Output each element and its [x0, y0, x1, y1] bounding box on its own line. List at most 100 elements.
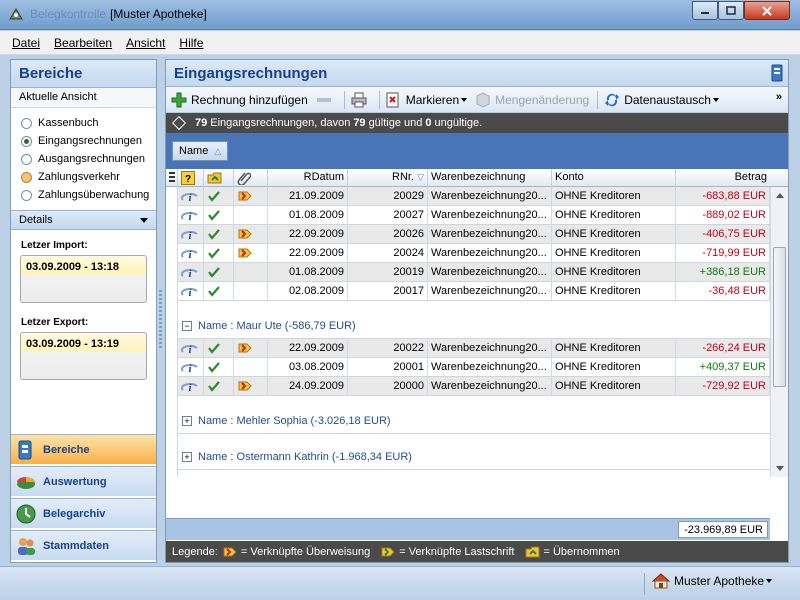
info-text: ungültige.	[434, 117, 483, 129]
remove-button[interactable]	[316, 92, 336, 108]
minimize-button[interactable]	[692, 1, 718, 20]
group-chip-name[interactable]: Name △	[172, 141, 229, 161]
menu-bearbeiten[interactable]: Bearbeiten	[54, 36, 112, 50]
link-cell	[234, 187, 268, 206]
last-export-box: 03.09.2009 - 13:19	[20, 332, 147, 380]
sync-icon	[605, 93, 620, 106]
view-zahlungsueberwachung[interactable]: Zahlungsüberwachung	[11, 186, 156, 204]
legend-bar: Legende: = Verknüpfte Überweisung = Verk…	[166, 541, 788, 562]
chevron-down-icon	[766, 579, 773, 583]
linked-transfer-icon	[238, 248, 252, 258]
info-icon	[171, 115, 187, 131]
link-column-header[interactable]	[234, 169, 268, 187]
nav-auswertung[interactable]: Auswertung	[11, 466, 156, 496]
info-i-icon: i	[180, 344, 198, 356]
column-rnr[interactable]: RNr. ▽	[348, 169, 428, 187]
splitter-grip[interactable]	[159, 290, 162, 350]
taken-column-header[interactable]	[204, 169, 234, 187]
chevron-down-icon	[461, 97, 468, 102]
panel-icon[interactable]	[770, 64, 784, 82]
checkmark-icon	[208, 343, 220, 354]
mark-label: Markieren	[405, 92, 460, 107]
question-icon: ?	[181, 171, 195, 185]
view-kassenbuch[interactable]: Kassenbuch	[11, 114, 156, 132]
status-separator	[644, 573, 645, 595]
table-row[interactable]: i 03.08.2009 20001 Warenbezeichnung20... OHN…	[178, 358, 770, 377]
menu-datei[interactable]: Datei	[12, 36, 40, 50]
table-row[interactable]: i 01.08.2009 20027 Warenbezeichnung20... OHN…	[178, 206, 770, 225]
quantity-icon	[476, 91, 490, 108]
table-row[interactable]: i 22.09.2009 20024 Warenbezeichnung20... OHN…	[178, 244, 770, 263]
toolbar-separator	[378, 90, 380, 109]
menu-hilfe[interactable]: Hilfe	[179, 36, 203, 50]
cell-ware: Warenbezeichnung20...	[428, 282, 552, 301]
toolbar-overflow-button[interactable]: »	[776, 91, 782, 103]
status-column-header[interactable]: ?	[178, 169, 204, 187]
table-row[interactable]: i 22.09.2009 20022 Warenbezeichnung20... OHN…	[178, 339, 770, 358]
company-dropdown[interactable]: Muster Apotheke	[652, 573, 773, 589]
table-row[interactable]: i 24.09.2009 20000 Warenbezeichnung20... OHN…	[178, 377, 770, 396]
vertical-scrollbar[interactable]	[770, 187, 788, 477]
view-label: Zahlungsverkehr	[38, 171, 120, 183]
linked-transfer-icon	[238, 343, 252, 353]
nav-belegarchiv[interactable]: Belegarchiv	[11, 498, 156, 528]
group-by-panel: Name △	[166, 133, 788, 169]
collapse-icon[interactable]: −	[182, 321, 192, 331]
scroll-down-icon[interactable]	[776, 466, 784, 471]
menu-ansicht[interactable]: Ansicht	[126, 36, 165, 50]
company-label: Muster Apotheke	[674, 574, 765, 588]
view-zahlungsverkehr[interactable]: Zahlungsverkehr	[11, 168, 156, 186]
table-row[interactable]: i 22.09.2009 20026 Warenbezeichnung20... OHN…	[178, 225, 770, 244]
expand-icon[interactable]: +	[182, 452, 192, 462]
mark-dropdown[interactable]: Markieren	[386, 92, 468, 108]
last-export-label: Letzer Export:	[21, 317, 89, 328]
cell-konto: OHNE Kreditoren	[552, 377, 676, 396]
cell-betrag: -406,75 EUR	[676, 225, 770, 244]
legend-taken-label: = Übernommen	[543, 545, 620, 558]
data-exchange-dropdown[interactable]: Datenaustausch	[604, 92, 719, 108]
group-row[interactable]: +Name : Sanger Ralf (274,41 EUR)	[178, 470, 770, 477]
cell-nr: 20000	[348, 377, 428, 396]
link-cell	[234, 225, 268, 244]
current-view-label: Aktuelle Ansicht	[11, 88, 156, 108]
scroll-thumb[interactable]	[773, 247, 786, 387]
table-row[interactable]: i 01.08.2009 20019 Warenbezeichnung20... OHN…	[178, 263, 770, 282]
view-ausgangsrechnungen[interactable]: Ausgangsrechnungen	[11, 150, 156, 168]
close-button[interactable]	[744, 1, 790, 20]
quantity-change-button[interactable]: Mengenänderung	[475, 91, 589, 108]
print-button[interactable]	[351, 92, 371, 108]
nav-stammdaten[interactable]: Stammdaten	[11, 530, 156, 560]
group-row[interactable]: + Name : Mehler Sophia (-3.026,18 EUR)	[178, 398, 770, 434]
column-konto[interactable]: Konto	[552, 169, 676, 187]
scroll-up-icon[interactable]	[776, 193, 784, 198]
expand-icon[interactable]: +	[182, 416, 192, 426]
details-header[interactable]: Details	[11, 210, 156, 230]
title-bar: Belegkontrolle [Muster Apotheke]	[0, 0, 800, 30]
table-row[interactable]: i 21.09.2009 20029 Warenbezeichnung20... OHN…	[178, 187, 770, 206]
add-invoice-button[interactable]: Rechnung hinzufügen	[171, 92, 308, 108]
info-i-icon: i	[180, 382, 198, 394]
view-eingangsrechnungen[interactable]: Eingangsrechnungen	[11, 132, 156, 150]
column-warenbezeichnung[interactable]: Warenbezeichnung	[428, 169, 552, 187]
group-row[interactable]: − Name : Maur Ute (-586,79 EUR)	[178, 303, 770, 339]
close-icon	[762, 5, 772, 16]
cell-ware: Warenbezeichnung20...	[428, 377, 552, 396]
last-import-box: 03.09.2009 - 13:18	[20, 255, 147, 303]
maximize-button[interactable]	[718, 1, 744, 20]
cell-nr: 20026	[348, 225, 428, 244]
cell-nr: 20001	[348, 358, 428, 377]
column-betrag[interactable]: Betrag	[676, 169, 770, 187]
checkmark-icon	[208, 210, 220, 221]
cell-betrag: +409,37 EUR	[676, 358, 770, 377]
cell-ware: Warenbezeichnung20...	[428, 206, 552, 225]
table-row[interactable]: i 02.08.2009 20017 Warenbezeichnung20... OHN…	[178, 282, 770, 301]
checkmark-icon	[208, 286, 220, 297]
grid-header: ? RDatum RNr. ▽ Warenbezeichnung Konto B…	[166, 169, 788, 187]
group-row[interactable]: + Name : Ostermann Kathrin (-1.968,34 EUR…	[178, 434, 770, 470]
checkmark-icon	[208, 267, 220, 278]
column-rdatum[interactable]: RDatum	[268, 169, 348, 187]
nav-bereiche[interactable]: Bereiche	[11, 434, 156, 464]
checkmark-icon	[208, 248, 220, 259]
chevron-down-icon	[140, 218, 148, 223]
column-chooser-header[interactable]	[166, 169, 178, 187]
